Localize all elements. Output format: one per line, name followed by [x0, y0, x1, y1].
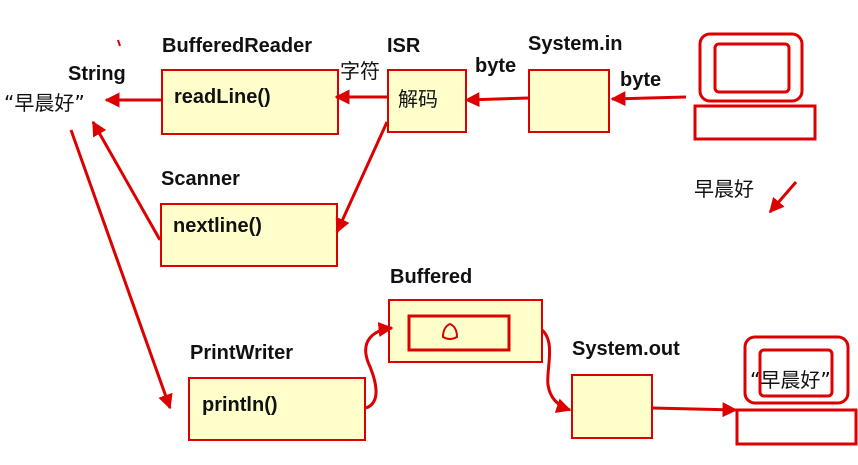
arrow-isr-to-nextline [335, 121, 389, 234]
decode-label: 解码 [398, 87, 438, 111]
arrow-systemin-to-isr [464, 92, 529, 108]
good-morning-label: 早晨好 [694, 177, 754, 201]
scanner-label: Scanner [161, 168, 240, 190]
nextline-label: nextline() [173, 215, 262, 237]
system-in-label: System.in [528, 33, 622, 55]
readline-label: readLine() [174, 86, 271, 108]
string-label: String [68, 63, 126, 85]
arrow-computer-to-systemin [610, 91, 687, 107]
isr-label: ISR [387, 35, 421, 57]
system-out-label: System.out [572, 338, 680, 360]
buffered-label: Buffered [390, 266, 472, 288]
chars-label: 字符 [340, 59, 380, 83]
byte-label-1: byte [475, 55, 516, 77]
computer-input-icon [693, 32, 817, 141]
arrow-buffered-to-systemout [540, 328, 572, 413]
output-text-label: “早晨好” [750, 368, 831, 392]
system-out-box [571, 374, 653, 439]
string-value-label: “早晨好” [4, 91, 85, 115]
buffered-inner-box [407, 314, 511, 352]
printwriter-label: PrintWriter [190, 342, 293, 364]
println-label: println() [202, 394, 278, 416]
arrow-to-good-morning [768, 181, 798, 214]
arrow-systemout-to-computer [651, 402, 738, 418]
system-in-box [528, 69, 610, 133]
byte-label-2: byte [620, 69, 661, 91]
stream-diagram: String “早晨好” BufferedReader ISR System.i… [4, 32, 858, 446]
stray-mark [117, 39, 121, 47]
bufferedreader-label: BufferedReader [162, 35, 312, 57]
